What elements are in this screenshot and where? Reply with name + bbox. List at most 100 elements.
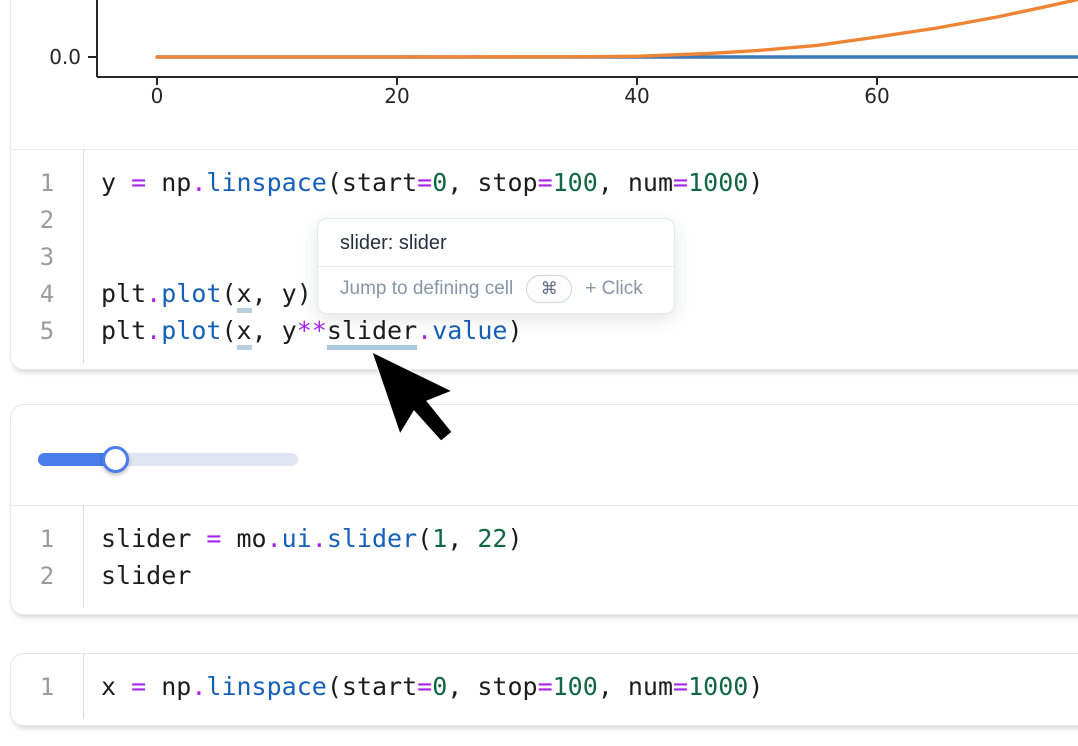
code-token: 1000 (688, 672, 748, 701)
code-lines: 1slider = mo.ui.slider(1, 22)2slider (11, 520, 1078, 594)
cell-slider: 1slider = mo.ui.slider(1, 22)2slider (10, 404, 1078, 615)
tooltip-shortcut-row: Jump to defining cell ⌘ + Click (318, 267, 674, 313)
code-content: plt.plot(x, y**slider.value) (83, 316, 523, 345)
code-line[interactable]: 5plt.plot(x, y**slider.value) (11, 312, 1078, 349)
line-number: 1 (11, 169, 83, 197)
code-token: = (206, 524, 221, 553)
code-token: ) (748, 672, 763, 701)
code-token: = (131, 168, 146, 197)
x-tick-label: 60 (864, 84, 889, 108)
axes-spines (97, 0, 1078, 77)
code-token: , y (252, 316, 297, 345)
code-token: = (673, 672, 688, 701)
x-tick-label: 40 (624, 84, 649, 108)
code-token: ( (221, 316, 236, 345)
code-editor[interactable]: 1x = np.linspace(start=0, stop=100, num=… (11, 654, 1078, 719)
gutter-divider (83, 654, 84, 719)
code-token: mo (221, 524, 266, 553)
code-token: ** (297, 316, 327, 345)
code-token: linspace (206, 168, 326, 197)
line-number: 2 (11, 562, 83, 590)
cell-x: 1x = np.linspace(start=0, stop=100, num=… (10, 653, 1078, 726)
code-token: (start (327, 168, 417, 197)
code-line[interactable]: 1y = np.linspace(start=0, stop=100, num=… (11, 164, 1078, 201)
code-token: = (131, 672, 146, 701)
code-token: np (146, 672, 191, 701)
line-y-pow-slider (157, 0, 1077, 57)
line-number: 3 (11, 243, 83, 271)
code-token: , num (598, 672, 673, 701)
line-number: 5 (11, 317, 83, 345)
y-tick-label: 0.0 (49, 45, 81, 69)
code-token: (start (327, 672, 417, 701)
line-number: 1 (11, 673, 83, 701)
code-token: ( (417, 524, 432, 553)
slider-output (11, 405, 1078, 506)
code-token: . (146, 279, 161, 308)
tooltip-shortcut-suffix: + Click (585, 278, 643, 300)
code-token: = (673, 168, 688, 197)
code-token: , y) (252, 279, 312, 308)
code-token: , (447, 524, 477, 553)
code-token: plot (161, 279, 221, 308)
code-token: linspace (206, 672, 326, 701)
code-line[interactable]: 1slider = mo.ui.slider(1, 22) (11, 520, 1078, 557)
code-token: . (267, 524, 282, 553)
code-token: . (191, 672, 206, 701)
code-token: = (538, 672, 553, 701)
code-token: 100 (553, 168, 598, 197)
code-token: x (237, 279, 252, 313)
code-token: slider (327, 524, 417, 553)
code-token: plot (161, 316, 221, 345)
cell-plot: 02040600.0 1y = np.linspace(start=0, sto… (10, 0, 1078, 370)
command-key-icon: ⌘ (526, 275, 572, 303)
code-token: ( (221, 279, 236, 308)
code-token: x (101, 672, 131, 701)
matplotlib-figure: 0 20 40 60 0.0 (11, 0, 1078, 149)
slider-widget[interactable] (11, 405, 1078, 505)
token-slider-hovered[interactable]: slider (327, 316, 417, 350)
code-token: 1 (432, 524, 447, 553)
code-token: y (101, 168, 131, 197)
code-token: . (191, 168, 206, 197)
code-token: plt (101, 279, 146, 308)
line-number: 2 (11, 206, 83, 234)
code-token: = (417, 672, 432, 701)
x-tick-label: 0 (151, 84, 164, 108)
line-number: 4 (11, 280, 83, 308)
code-token: value (432, 316, 507, 345)
code-content: slider (83, 561, 191, 590)
code-token: . (146, 316, 161, 345)
code-token: , stop (447, 672, 537, 701)
code-lines: 1x = np.linspace(start=0, stop=100, num=… (11, 668, 1078, 705)
code-token: plt (101, 316, 146, 345)
tooltip-action-label[interactable]: Jump to defining cell (340, 278, 513, 300)
code-token: . (417, 316, 432, 345)
code-token: ) (748, 168, 763, 197)
line-number: 1 (11, 525, 83, 553)
slider-thumb[interactable] (102, 446, 129, 473)
gutter-divider (83, 506, 84, 608)
code-content: plt.plot(x, y) (83, 279, 312, 308)
code-token: 0 (432, 672, 447, 701)
tooltip-title: slider: slider (318, 219, 674, 266)
code-line[interactable]: 2slider (11, 557, 1078, 594)
code-token: 100 (553, 672, 598, 701)
code-editor[interactable]: 1slider = mo.ui.slider(1, 22)2slider (11, 506, 1078, 608)
variable-tooltip: slider: slider Jump to defining cell ⌘ +… (317, 218, 675, 314)
code-token: slider (101, 524, 206, 553)
code-token: 1000 (688, 168, 748, 197)
x-tick-label: 20 (384, 84, 409, 108)
code-token: , num (598, 168, 673, 197)
code-line[interactable]: 1x = np.linspace(start=0, stop=100, num=… (11, 668, 1078, 705)
code-token: . (312, 524, 327, 553)
code-token: ) (507, 524, 522, 553)
code-token: = (538, 168, 553, 197)
code-content: slider = mo.ui.slider(1, 22) (83, 524, 523, 553)
code-content: x = np.linspace(start=0, stop=100, num=1… (83, 672, 763, 701)
code-token: ) (507, 316, 522, 345)
code-token: 22 (477, 524, 507, 553)
code-token: ui (282, 524, 312, 553)
code-token: = (417, 168, 432, 197)
code-token: np (146, 168, 191, 197)
